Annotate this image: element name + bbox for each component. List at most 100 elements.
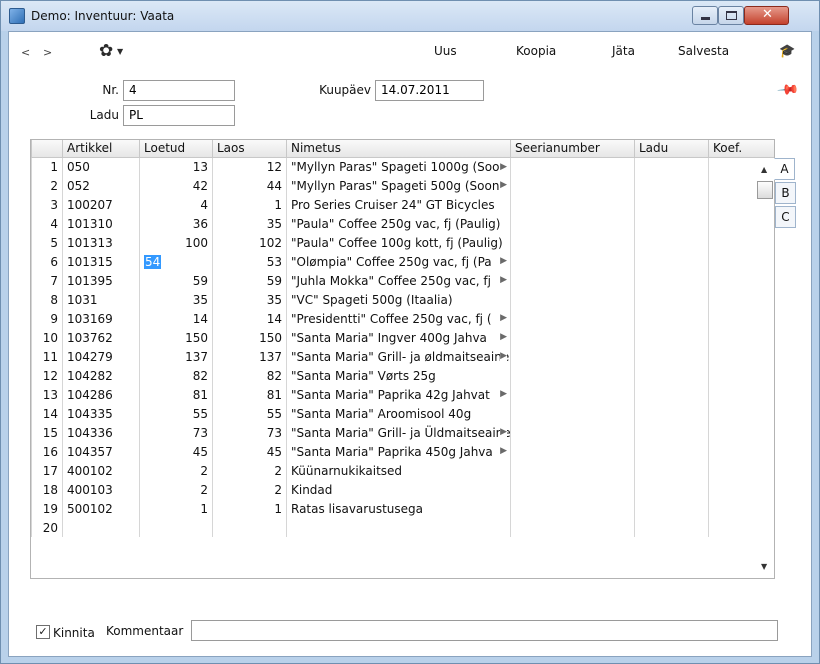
table-row[interactable]: 6 101315 54 53 "Olømpia" Coffee 250g vac, fj… <box>31 252 774 271</box>
table-row[interactable]: 19 500102 1 1 Ratas lisavarustusega <box>31 499 774 518</box>
table-row[interactable]: 2 052 42 44 "Myllyn Paras" Spageti 500g (Soo… <box>31 176 774 195</box>
expand-arrow-icon[interactable]: ▶ <box>500 332 507 342</box>
cell-ladu[interactable] <box>634 366 709 385</box>
cell-nimetus[interactable] <box>286 518 511 537</box>
table-row[interactable]: 14 104335 55 55 "Santa Maria" Aroomisool 40g <box>31 404 774 423</box>
cell-laos[interactable]: 35 <box>212 214 287 233</box>
cell-artikkel[interactable]: 101315 <box>62 252 140 271</box>
cell-nimetus[interactable]: Pro Series Cruiser 24" GT Bicycles <box>286 195 511 214</box>
cell-ladu[interactable] <box>634 252 709 271</box>
minimize-button[interactable] <box>692 6 718 25</box>
cell-seerianumber[interactable] <box>510 328 635 347</box>
cell-koef[interactable] <box>708 423 774 442</box>
cell-seerianumber[interactable] <box>510 347 635 366</box>
cell-ladu[interactable] <box>634 176 709 195</box>
cell-artikkel[interactable]: 1031 <box>62 290 140 309</box>
column-header-koef[interactable]: Koef. <box>708 140 774 158</box>
cell-loetud[interactable]: 81 <box>139 385 213 404</box>
cell-loetud[interactable]: 55 <box>139 404 213 423</box>
copy-button[interactable]: Koopia <box>516 44 556 58</box>
cell-artikkel[interactable]: 103762 <box>62 328 140 347</box>
nr-field[interactable]: 4 <box>123 80 235 101</box>
cell-artikkel[interactable]: 050 <box>62 157 140 176</box>
column-header-artikkel[interactable]: Artikkel <box>62 140 140 158</box>
cell-laos[interactable]: 14 <box>212 309 287 328</box>
cell-artikkel[interactable]: 104282 <box>62 366 140 385</box>
cell-seerianumber[interactable] <box>510 461 635 480</box>
cell-seerianumber[interactable] <box>510 214 635 233</box>
cell-laos[interactable]: 150 <box>212 328 287 347</box>
cell-laos[interactable]: 45 <box>212 442 287 461</box>
cell-seerianumber[interactable] <box>510 480 635 499</box>
cell-artikkel[interactable]: 104336 <box>62 423 140 442</box>
table-row[interactable]: 7 101395 59 59 "Juhla Mokka" Coffee 250g vac… <box>31 271 774 290</box>
table-row[interactable]: 18 400103 2 2 Kindad <box>31 480 774 499</box>
expand-arrow-icon[interactable]: ▶ <box>500 180 507 190</box>
cell-laos[interactable] <box>212 518 287 537</box>
cell-nimetus[interactable]: "Paula" Coffee 100g kott, fj (Paulig) <box>286 233 511 252</box>
cell-ladu[interactable] <box>634 480 709 499</box>
cell-artikkel[interactable]: 100207 <box>62 195 140 214</box>
cell-nimetus[interactable]: "Olømpia" Coffee 250g vac, fj (Pa ▶ <box>286 252 511 271</box>
expand-arrow-icon[interactable]: ▶ <box>500 427 507 437</box>
cell-nimetus[interactable]: "Santa Maria" Grill- ja Üldmaitseaine ▶ <box>286 423 511 442</box>
cell-laos[interactable]: 102 <box>212 233 287 252</box>
cell-koef[interactable] <box>708 480 774 499</box>
cell-artikkel[interactable]: 101313 <box>62 233 140 252</box>
expand-arrow-icon[interactable]: ▶ <box>500 161 507 172</box>
cell-artikkel[interactable]: 104279 <box>62 347 140 366</box>
cell-ladu[interactable] <box>634 309 709 328</box>
cell-loetud[interactable]: 1 <box>139 499 213 518</box>
cell-artikkel[interactable]: 104286 <box>62 385 140 404</box>
cell-loetud[interactable] <box>139 518 213 537</box>
cell-artikkel[interactable]: 400102 <box>62 461 140 480</box>
cell-nimetus[interactable]: "Santa Maria" Paprika 42g Jahvat ▶ <box>286 385 511 404</box>
cell-loetud[interactable]: 2 <box>139 480 213 499</box>
close-button[interactable]: ✕ <box>744 6 789 25</box>
cell-laos[interactable]: 12 <box>212 157 287 176</box>
expand-arrow-icon[interactable]: ▶ <box>500 446 507 456</box>
cell-ladu[interactable] <box>634 157 709 176</box>
cell-nimetus[interactable]: Ratas lisavarustusega <box>286 499 511 518</box>
cell-laos[interactable]: 1 <box>212 499 287 518</box>
cell-laos[interactable]: 82 <box>212 366 287 385</box>
cell-seerianumber[interactable] <box>510 499 635 518</box>
cell-koef[interactable] <box>708 385 774 404</box>
cell-nimetus[interactable]: "VC" Spageti 500g (Itaalia) <box>286 290 511 309</box>
cell-koef[interactable] <box>708 271 774 290</box>
cell-ladu[interactable] <box>634 461 709 480</box>
maximize-button[interactable] <box>718 6 744 25</box>
cell-seerianumber[interactable] <box>510 423 635 442</box>
cell-nimetus[interactable]: "Santa Maria" Ingver 400g Jahva ▶ <box>286 328 511 347</box>
table-row[interactable]: 4 101310 36 35 "Paula" Coffee 250g vac, fj (… <box>31 214 774 233</box>
cell-loetud[interactable]: 59 <box>139 271 213 290</box>
cell-koef[interactable] <box>708 404 774 423</box>
scroll-down-arrow[interactable]: ▼ <box>761 562 767 571</box>
date-field[interactable]: 14.07.2011 <box>375 80 484 101</box>
cell-seerianumber[interactable] <box>510 271 635 290</box>
cell-loetud[interactable]: 137 <box>139 347 213 366</box>
cell-koef[interactable] <box>708 290 774 309</box>
cell-seerianumber[interactable] <box>510 442 635 461</box>
table-row[interactable]: 5 101313 100 102 "Paula" Coffee 100g kott, f… <box>31 233 774 252</box>
expand-arrow-icon[interactable]: ▶ <box>500 313 507 323</box>
cell-loetud[interactable]: 42 <box>139 176 213 195</box>
cell-ladu[interactable] <box>634 385 709 404</box>
cell-nimetus[interactable]: "Myllyn Paras" Spageti 1000g (Soo ▶ <box>286 157 511 176</box>
comment-field[interactable] <box>191 620 778 641</box>
table-row[interactable]: 8 1031 35 35 "VC" Spageti 500g (Itaalia) <box>31 290 774 309</box>
back-button[interactable]: < <box>21 46 30 59</box>
cell-nimetus[interactable]: Küünarnukikaitsed <box>286 461 511 480</box>
cell-ladu[interactable] <box>634 328 709 347</box>
help-icon[interactable]: 🎓 <box>779 44 795 59</box>
cell-koef[interactable] <box>708 442 774 461</box>
cell-loetud[interactable]: 150 <box>139 328 213 347</box>
cell-loetud[interactable]: 36 <box>139 214 213 233</box>
kinnita-checkbox[interactable]: ✓ <box>36 625 50 639</box>
cell-loetud[interactable]: 100 <box>139 233 213 252</box>
cell-loetud[interactable]: 54 <box>139 252 213 271</box>
cell-koef[interactable] <box>708 328 774 347</box>
cell-laos[interactable]: 81 <box>212 385 287 404</box>
cell-ladu[interactable] <box>634 518 709 537</box>
table-row[interactable]: 17 400102 2 2 Küünarnukikaitsed <box>31 461 774 480</box>
